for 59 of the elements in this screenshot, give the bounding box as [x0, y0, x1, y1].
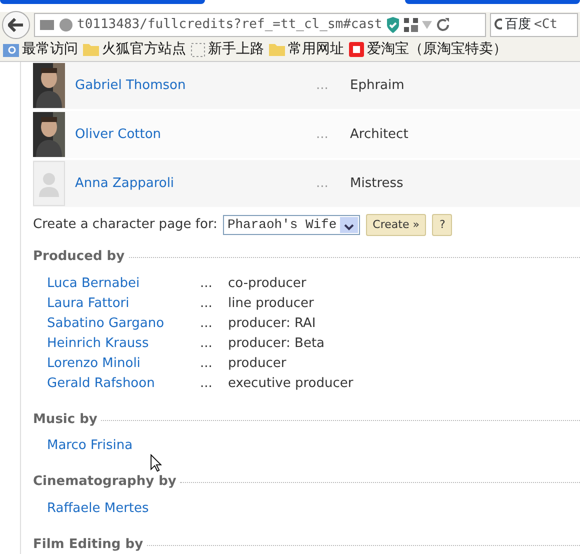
character-name: Architect: [350, 126, 408, 144]
ellipsis-text: ...: [200, 374, 214, 393]
crew-name-link[interactable]: Marco Frisina: [47, 436, 200, 456]
crew-name-link[interactable]: Laura Fattori: [47, 294, 200, 314]
crew-name-link[interactable]: Gerald Rafshoon: [47, 374, 200, 394]
shop-icon: [349, 42, 364, 57]
crew-name-link[interactable]: Sabatino Gargano: [47, 314, 200, 334]
ellipsis-text: ...: [316, 76, 330, 95]
section-heading: Produced by: [33, 248, 125, 266]
character-select[interactable]: Pharaoh's Wife: [223, 215, 360, 235]
crew-role: executive producer: [228, 374, 354, 393]
ellipsis-text: ...: [316, 174, 330, 193]
cast-name-link[interactable]: Oliver Cotton: [75, 124, 316, 144]
search-folder-icon: [3, 42, 19, 56]
crew-role: producer: RAI: [228, 314, 316, 333]
page-icon: [39, 19, 55, 31]
cast-name-link[interactable]: Anna Zapparoli: [75, 174, 316, 194]
shield-icon[interactable]: [386, 17, 400, 33]
bookmark-link[interactable]: 爱淘宝（原淘宝特卖）: [349, 39, 507, 60]
globe-icon: [59, 18, 73, 32]
section-heading: Film Editing by: [33, 536, 144, 554]
ellipsis-text: ...: [200, 314, 214, 333]
folder-icon: [83, 43, 99, 56]
ellipsis-text: ...: [200, 274, 214, 293]
crew-name-link[interactable]: Luca Bernabei: [47, 274, 200, 294]
crew-name-link[interactable]: Heinrich Krauss: [47, 334, 200, 354]
search-field[interactable]: 百度 <Ct: [490, 13, 578, 37]
url-text: t0113483/fullcredits?ref_=tt_cl_sm#cast: [77, 16, 382, 34]
crew-role: line producer: [228, 294, 314, 313]
character-name: Ephraim: [350, 76, 404, 95]
section-heading: Music by: [33, 410, 98, 428]
ellipsis-text: ...: [316, 126, 330, 144]
ellipsis-text: ...: [200, 334, 214, 353]
create-button[interactable]: Create »: [366, 214, 426, 236]
bookmark-link[interactable]: 常用网址: [269, 39, 344, 60]
character-page-label: Create a character page for:: [33, 216, 218, 234]
page-icon: [191, 42, 205, 56]
crew-name-link[interactable]: Lorenzo Minoli: [47, 354, 200, 374]
section-heading: Cinematography by: [33, 473, 176, 491]
ellipsis-text: ...: [200, 354, 214, 373]
bookmark-link[interactable]: 最常访问: [3, 39, 78, 60]
folder-icon: [269, 43, 285, 56]
search-engine-label: 百度: [505, 16, 531, 34]
character-name: Mistress: [350, 174, 404, 193]
cast-name-link[interactable]: Gabriel Thomson: [75, 76, 316, 96]
crew-name-link[interactable]: Raffaele Mertes: [47, 498, 200, 518]
ellipsis-text: ...: [200, 294, 214, 313]
crew-role: co-producer: [228, 274, 306, 293]
back-arrow-icon: [8, 18, 24, 32]
bookmark-link[interactable]: 火狐官方站点: [83, 39, 186, 60]
qr-code-icon[interactable]: [404, 18, 418, 32]
mouse-cursor-icon: [150, 454, 162, 472]
bookmark-link[interactable]: 新手上路: [191, 39, 264, 60]
crew-role: producer: Beta: [228, 334, 325, 353]
crew-role: producer: [228, 354, 286, 373]
reload-icon[interactable]: [436, 18, 450, 32]
address-bar[interactable]: t0113483/fullcredits?ref_=tt_cl_sm#cast: [34, 13, 486, 37]
help-button[interactable]: ?: [432, 214, 452, 236]
back-button[interactable]: [2, 11, 30, 39]
